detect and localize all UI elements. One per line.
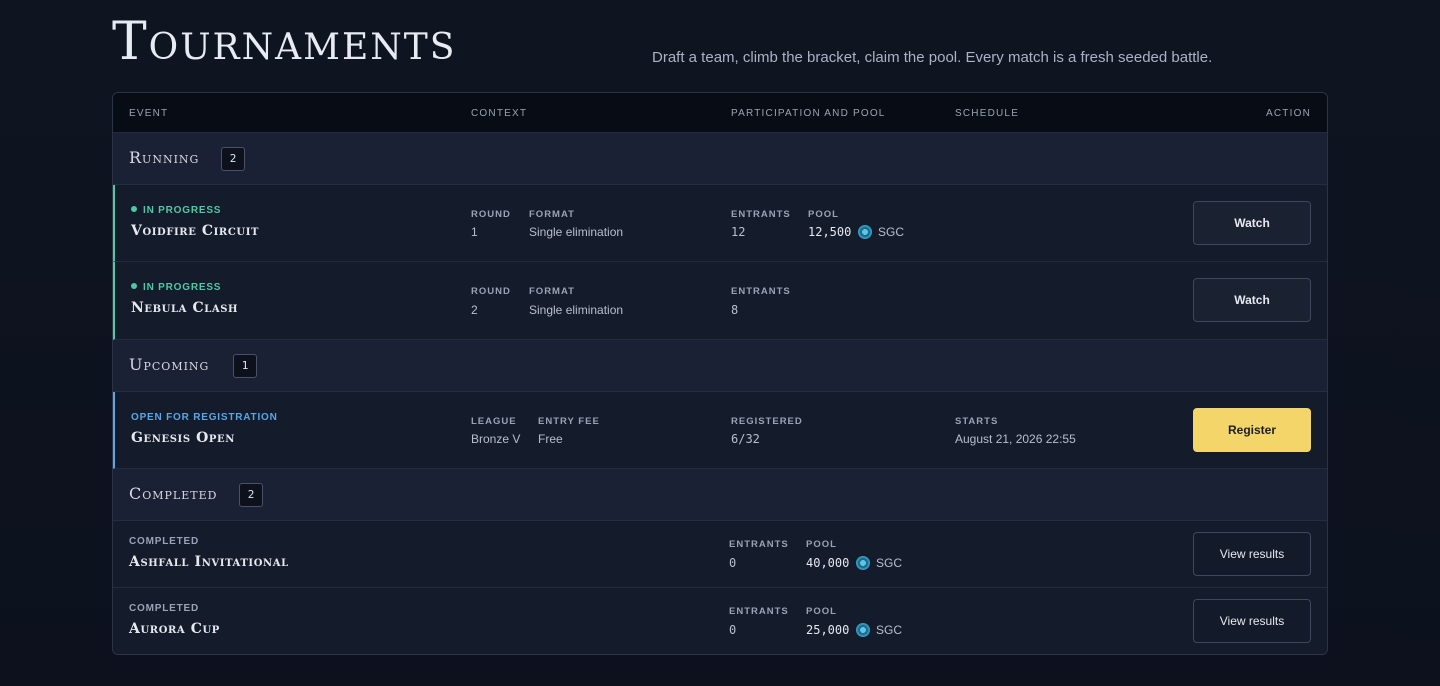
status-badge: COMPLETED [129, 603, 199, 614]
pool-value: 12,500 [808, 225, 852, 239]
section-title: Completed [129, 484, 218, 503]
page-title: Tournaments [112, 12, 457, 72]
status-badge: IN PROGRESS [131, 205, 221, 216]
starts-value: August 21, 2026 22:55 [955, 432, 1076, 446]
section-completed: Completed 2 [113, 469, 1327, 521]
coin-icon [858, 225, 872, 239]
table-row: OPEN FOR REGISTRATION Genesis Open LEAGU… [113, 392, 1327, 469]
section-count-badge: 2 [221, 147, 245, 171]
watch-button[interactable]: Watch [1193, 278, 1311, 322]
round-label: ROUND [471, 209, 511, 220]
pool-label: POOL [806, 606, 837, 617]
coin-icon [856, 556, 870, 570]
entrants-value: 0 [729, 556, 737, 570]
league-label: LEAGUE [471, 416, 517, 427]
league-value: Bronze V [471, 432, 521, 446]
status-badge: IN PROGRESS [131, 282, 221, 293]
header-context: CONTEXT [471, 108, 528, 119]
section-title: Running [129, 148, 200, 167]
live-dot-icon [131, 206, 137, 212]
round-value: 1 [471, 225, 478, 239]
entrants-label: ENTRANTS [731, 286, 791, 297]
registered-value: 6/32 [731, 432, 760, 446]
event-name: Nebula Clash [131, 300, 239, 316]
section-upcoming: Upcoming 1 [113, 340, 1327, 392]
table-row: IN PROGRESS Nebula Clash ROUND 2 FORMAT … [113, 262, 1327, 340]
tournaments-table: EVENT CONTEXT PARTICIPATION AND POOL SCH… [112, 92, 1328, 655]
table-row: IN PROGRESS Voidfire Circuit ROUND 1 FOR… [113, 185, 1327, 262]
section-count-badge: 2 [239, 483, 263, 507]
round-label: ROUND [471, 286, 511, 297]
entrants-value: 8 [731, 303, 739, 317]
view-results-button[interactable]: View results [1193, 532, 1311, 576]
entry-fee-label: ENTRY FEE [538, 416, 600, 427]
format-value: Single elimination [529, 303, 624, 317]
format-label: FORMAT [529, 209, 575, 220]
status-badge: COMPLETED [129, 536, 199, 547]
pool-value: 40,000 [806, 556, 850, 570]
round-value: 2 [471, 303, 478, 317]
pool-label: POOL [808, 209, 839, 220]
pool-value: 25,000 [806, 623, 850, 637]
table-row: COMPLETED Ashfall Invitational ENTRANTS … [113, 521, 1327, 588]
watch-button[interactable]: Watch [1193, 201, 1311, 245]
entrants-label: ENTRANTS [731, 209, 791, 220]
section-count-badge: 1 [233, 354, 257, 378]
table-header: EVENT CONTEXT PARTICIPATION AND POOL SCH… [113, 93, 1327, 133]
event-name: Aurora Cup [129, 621, 220, 637]
header-event: EVENT [129, 108, 169, 119]
header-schedule: SCHEDULE [955, 108, 1020, 119]
format-value: Single elimination [529, 225, 624, 239]
table-row: COMPLETED Aurora Cup ENTRANTS 0 POOL 25,… [113, 588, 1327, 654]
currency-label: SGC [876, 623, 903, 637]
currency-label: SGC [878, 225, 905, 239]
entry-fee-value: Free [538, 432, 563, 446]
format-label: FORMAT [529, 286, 575, 297]
entrants-label: ENTRANTS [729, 539, 789, 550]
live-dot-icon [131, 283, 137, 289]
registered-label: REGISTERED [731, 416, 803, 427]
currency-label: SGC [876, 556, 903, 570]
header-participation: PARTICIPATION AND POOL [731, 108, 886, 119]
coin-icon [856, 623, 870, 637]
section-running: Running 2 [113, 133, 1327, 185]
entrants-value: 12 [731, 225, 746, 239]
event-name: Genesis Open [131, 430, 236, 446]
event-name: Voidfire Circuit [131, 223, 260, 239]
page-tagline: Draft a team, climb the bracket, claim t… [652, 49, 1213, 66]
status-badge: OPEN FOR REGISTRATION [131, 412, 278, 423]
pool-label: POOL [806, 539, 837, 550]
entrants-value: 0 [729, 623, 737, 637]
header-action: ACTION [1266, 108, 1311, 119]
register-button[interactable]: Register [1193, 408, 1311, 452]
entrants-label: ENTRANTS [729, 606, 789, 617]
event-name: Ashfall Invitational [129, 554, 289, 570]
starts-label: STARTS [955, 416, 999, 427]
section-title: Upcoming [129, 355, 210, 374]
view-results-button[interactable]: View results [1193, 599, 1311, 643]
